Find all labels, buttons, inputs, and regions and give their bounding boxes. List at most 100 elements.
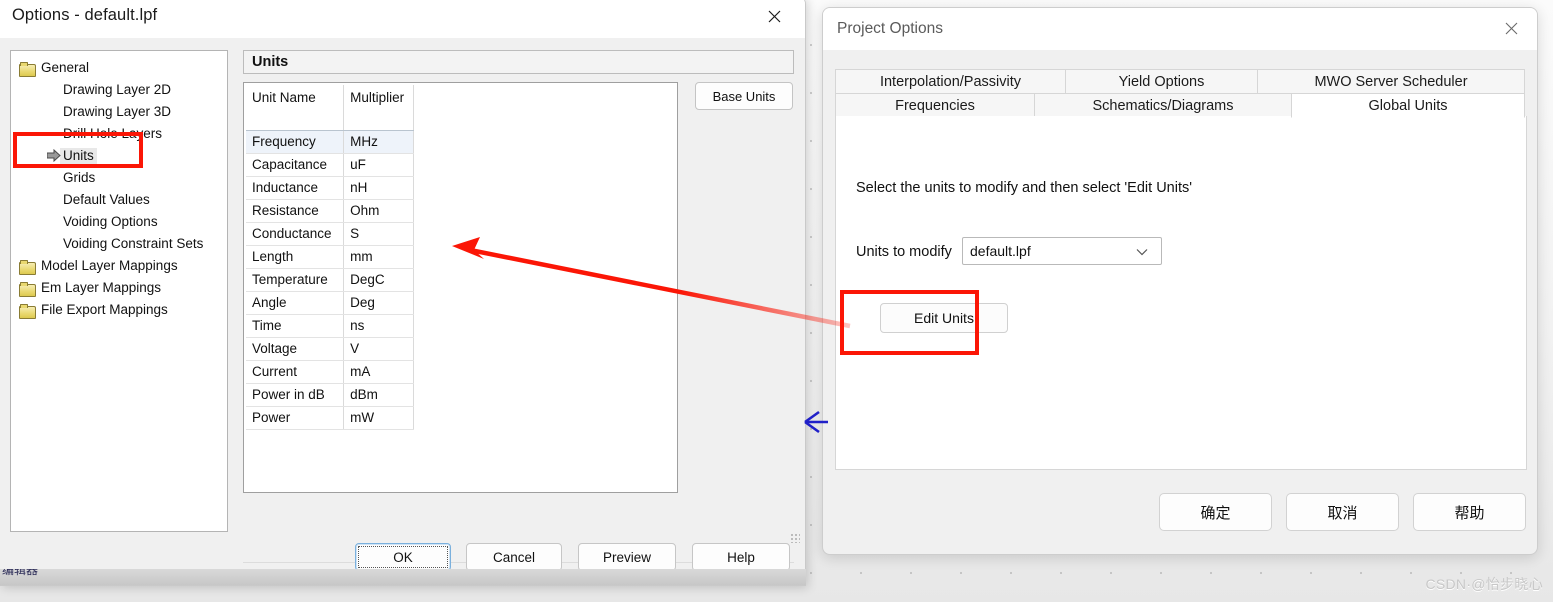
tree-item-units[interactable]: Units [11,145,227,167]
tree-item-voiding-options[interactable]: Voiding Options [11,211,227,233]
table-row[interactable]: Angle Deg [246,291,414,315]
tree-item-grids[interactable]: Grids [11,167,227,189]
cell-multiplier: S [343,222,414,246]
table-row[interactable]: Conductance S [246,222,414,246]
cell-multiplier: uF [343,153,414,177]
tree-item-general[interactable]: General [11,57,227,79]
panel-hint-text: Select the units to modify and then sele… [856,180,1192,196]
tree-item-label: Drawing Layer 3D [63,104,172,120]
column-header-multiplier[interactable]: Multiplier [343,85,414,131]
tree-item-drill-hole-layers[interactable]: Drill Hole Layers [11,123,227,145]
cell-unit-name: Temperature [246,268,345,292]
cell-unit-name: Power in dB [246,383,345,407]
cell-unit-name: Voltage [246,337,345,361]
cancel-button[interactable]: 取消 [1286,493,1399,531]
cell-multiplier: Ohm [343,199,414,223]
table-row[interactable]: Resistance Ohm [246,199,414,223]
table-row[interactable]: Frequency MHz [246,130,414,154]
close-icon[interactable] [751,0,797,36]
edit-units-button[interactable]: Edit Units [880,303,1008,333]
column-header-unit-name[interactable]: Unit Name [246,85,345,131]
units-pane-title: Units [252,54,289,70]
close-glyph [768,10,780,22]
tree-item-em-layer-mappings[interactable]: Em Layer Mappings [11,277,227,299]
close-icon[interactable] [1491,10,1531,46]
cell-unit-name: Angle [246,291,345,315]
cell-multiplier: nH [343,176,414,200]
resize-grip[interactable] [790,533,800,543]
cell-unit-name: Time [246,314,345,338]
tab-mwo-server-scheduler[interactable]: MWO Server Scheduler [1257,69,1525,94]
background-strip-text: 编辑器 [2,569,39,577]
table-row[interactable]: Power in dB dBm [246,383,414,407]
right-arrow-glyph [46,148,61,163]
tree-item-model-layer-mappings[interactable]: Model Layer Mappings [11,255,227,277]
cell-unit-name: Frequency [246,130,345,154]
help-button[interactable]: 帮助 [1413,493,1526,531]
tab-global-units[interactable]: Global Units [1291,93,1525,118]
options-title: Options - default.lpf [12,6,158,24]
tab-bar: Interpolation/Passivity Yield Options MW… [835,69,1527,118]
tree-item-label: Default Values [63,192,150,208]
tree-item-label: Drill Hole Layers [63,126,163,142]
cell-unit-name: Inductance [246,176,345,200]
tree-item-default-values[interactable]: Default Values [11,189,227,211]
units-to-modify-select[interactable]: default.lpf [962,237,1162,265]
cell-multiplier: DegC [343,268,414,292]
cell-unit-name: Current [246,360,345,384]
cell-multiplier: ns [343,314,414,338]
tab-yield-options[interactable]: Yield Options [1065,69,1258,94]
table-row[interactable]: Time ns [246,314,414,338]
units-pane-header: Units [243,50,794,74]
cell-unit-name: Conductance [246,222,345,246]
tree-item-file-export-mappings[interactable]: File Export Mappings [11,299,227,321]
options-titlebar: Options - default.lpf [0,0,805,38]
tab-row-1: Interpolation/Passivity Yield Options MW… [835,69,1527,94]
tab-frequencies[interactable]: Frequencies [835,93,1035,118]
folder-icon [19,303,36,319]
tree-item-label: Em Layer Mappings [41,280,162,296]
tab-schematics-diagrams[interactable]: Schematics/Diagrams [1034,93,1292,118]
help-button[interactable]: Help [692,543,790,571]
preview-button[interactable]: Preview [578,543,676,571]
tree-item-label: Units [60,148,97,164]
units-to-modify-label: Units to modify [856,244,952,260]
options-body: General Drawing Layer 2D Drawing Layer 3… [0,38,805,585]
ok-button[interactable]: OK [355,543,451,571]
options-dialog: Options - default.lpf General Drawing La… [0,0,806,586]
units-pane: Unit Name Multiplier Frequency MHz Capac… [243,82,678,493]
base-units-button[interactable]: Base Units [695,82,793,110]
tree-item-label: Voiding Constraint Sets [63,236,204,252]
tab-row-2: Frequencies Schematics/Diagrams Global U… [835,93,1527,118]
table-row[interactable]: Power mW [246,406,414,430]
tree-item-drawing-layer-2d[interactable]: Drawing Layer 2D [11,79,227,101]
cancel-button[interactable]: Cancel [466,543,562,571]
project-options-title: Project Options [837,20,943,37]
tree-item-label: Model Layer Mappings [41,258,178,274]
tree-item-drawing-layer-3d[interactable]: Drawing Layer 3D [11,101,227,123]
folder-icon [19,259,36,275]
global-units-panel: Select the units to modify and then sele… [835,116,1527,470]
folder-icon [19,281,36,297]
tree-item-label: File Export Mappings [41,302,168,318]
table-row[interactable]: Length mm [246,245,414,269]
cell-unit-name: Capacitance [246,153,345,177]
tree-item-label: Drawing Layer 2D [63,82,172,98]
table-header-row: Unit Name Multiplier [246,85,414,131]
tree-item-voiding-constraint-sets[interactable]: Voiding Constraint Sets [11,233,227,255]
table-row[interactable]: Voltage V [246,337,414,361]
table-row[interactable]: Temperature DegC [246,268,414,292]
cell-multiplier: V [343,337,414,361]
tree-item-label: Voiding Options [63,214,158,230]
table-row[interactable]: Current mA [246,360,414,384]
close-glyph [1505,22,1517,34]
project-titlebar: Project Options [823,8,1537,50]
cell-unit-name: Resistance [246,199,345,223]
confirm-button[interactable]: 确定 [1159,493,1272,531]
units-table: Unit Name Multiplier Frequency MHz Capac… [246,85,414,430]
options-tree[interactable]: General Drawing Layer 2D Drawing Layer 3… [10,50,228,532]
tab-interpolation-passivity[interactable]: Interpolation/Passivity [835,69,1066,94]
table-row[interactable]: Inductance nH [246,176,414,200]
cell-multiplier: MHz [343,130,414,154]
table-row[interactable]: Capacitance uF [246,153,414,177]
